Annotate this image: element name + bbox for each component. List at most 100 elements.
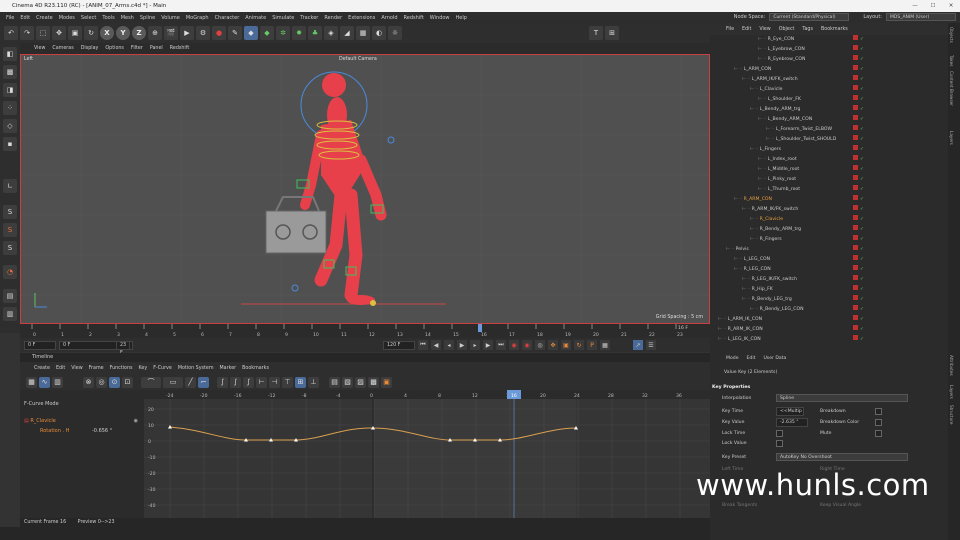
object-tags[interactable]: ✓ <box>853 295 864 305</box>
visibility-icon[interactable] <box>853 285 858 290</box>
render-icon[interactable]: ▶ <box>180 26 194 40</box>
vp-menu-display[interactable]: Display <box>81 46 99 51</box>
interpolation-select[interactable]: Spline <box>776 394 908 402</box>
visibility-icon[interactable] <box>853 105 858 110</box>
pla-key-icon[interactable]: ▦ <box>600 340 610 350</box>
object-row[interactable]: ⊢ ◦ R_Clavicle <box>750 215 860 225</box>
check-icon[interactable]: ✓ <box>860 307 864 312</box>
check-icon[interactable]: ✓ <box>860 37 864 42</box>
object-tags[interactable]: ✓ <box>853 285 864 295</box>
time-ruler[interactable]: 0 1 2 3 4 5 6 7 8 9 10 11 12 13 14 15 16 17 18 19 20 21 22 23 1… <box>20 324 710 338</box>
object-row[interactable]: ⊢ ◦ L_Middle_root <box>758 165 860 175</box>
menu-tracker[interactable]: Tracker <box>300 15 318 21</box>
tab-layers-top[interactable]: Layers <box>949 131 954 145</box>
object-row[interactable]: ⊢ ◦ L_Fingers <box>750 145 860 155</box>
object-row[interactable]: ⊢ ◦ R_ARM_CON <box>734 195 860 205</box>
visibility-icon[interactable] <box>853 75 858 80</box>
step-icon[interactable]: ⌐ <box>198 376 209 388</box>
object-row[interactable]: ⊢ ◦ L_Index_root <box>758 155 860 165</box>
visibility-icon[interactable] <box>853 145 858 150</box>
object-tags[interactable]: ✓ <box>853 85 864 95</box>
visibility-icon[interactable] <box>853 235 858 240</box>
scale-key-icon[interactable]: ▣ <box>561 340 571 350</box>
visibility-icon[interactable] <box>853 265 858 270</box>
visibility-icon[interactable] <box>853 305 858 310</box>
tl-menu-key[interactable]: Key <box>139 366 148 371</box>
object-tags[interactable]: ✓ <box>853 305 864 315</box>
menu-character[interactable]: Character <box>215 15 240 21</box>
object-row[interactable]: ⊢ ◦ Pelvis <box>726 245 860 255</box>
workplane-icon[interactable]: ▤ <box>3 289 17 303</box>
tl-menu-create[interactable]: Create <box>34 366 50 371</box>
breakdown-color-checkbox[interactable] <box>875 419 882 426</box>
object-tags[interactable]: ✓ <box>853 135 864 145</box>
object-tags[interactable]: ✓ <box>853 315 864 325</box>
check-icon[interactable]: ✓ <box>860 207 864 212</box>
menu-file[interactable]: File <box>6 15 14 21</box>
menu-modes[interactable]: Modes <box>59 15 75 21</box>
tab-layers[interactable]: Layers <box>949 385 954 399</box>
visibility-icon[interactable] <box>853 85 858 90</box>
vp-menu-view[interactable]: View <box>34 46 45 51</box>
snap-keys-icon[interactable]: ⊙ <box>109 376 120 388</box>
check-icon[interactable]: ✓ <box>860 327 864 332</box>
track-param-row[interactable]: Rotation . H -0.656 ° <box>40 428 142 437</box>
lock-tangent-icon[interactable]: ⊤ <box>282 376 293 388</box>
tab-content-browser[interactable]: Content Browser <box>949 71 954 106</box>
filter-icon[interactable]: ▧ <box>342 376 353 388</box>
object-row[interactable]: ⊢ ◦ R_ARM_IK_CON <box>718 325 860 335</box>
object-row[interactable]: ⊢ ◦ L_Eyebrow_CON <box>758 45 860 55</box>
undo-icon[interactable]: ↶ <box>4 26 18 40</box>
break-tangent-icon[interactable]: ⊣ <box>269 376 280 388</box>
key-value-field[interactable]: -2.635 ° <box>776 418 808 427</box>
menu-spline[interactable]: Spline <box>140 15 155 21</box>
check-icon[interactable]: ✓ <box>860 107 864 112</box>
check-icon[interactable]: ✓ <box>860 277 864 282</box>
bulb-icon[interactable]: ☼ <box>388 26 402 40</box>
check-icon[interactable]: ✓ <box>860 257 864 262</box>
menu-help[interactable]: Help <box>456 15 467 21</box>
ease-ease-icon[interactable]: ∫ <box>243 376 254 388</box>
object-row[interactable]: ⊢ ◦ L_ARM_IK_CON <box>718 315 860 325</box>
visibility-icon[interactable] <box>853 205 858 210</box>
object-tags[interactable]: ✓ <box>853 185 864 195</box>
object-row[interactable]: ⊢ ◦ L_ARM_IK/FK_switch <box>742 75 860 85</box>
object-row[interactable]: ⊢ ◦ L_LEG_IK_CON <box>718 335 860 345</box>
snap-icon[interactable]: ⊞ <box>605 26 619 40</box>
frame-all-icon[interactable]: ⊞ <box>295 376 306 388</box>
tl-menu-view[interactable]: View <box>71 366 82 371</box>
interpolation-icon[interactable]: ↗ <box>633 340 643 350</box>
attr-menu-mode[interactable]: Mode <box>726 356 739 361</box>
cloner-icon[interactable]: ✲ <box>276 26 290 40</box>
object-tags[interactable]: ✓ <box>853 255 864 265</box>
play-icon[interactable]: ▶ <box>457 340 467 350</box>
menu-window[interactable]: Window <box>430 15 450 21</box>
object-row[interactable]: ⊢ ◦ R_Eye_CON <box>758 35 860 45</box>
om-menu-file[interactable]: File <box>726 27 734 32</box>
om-menu-object[interactable]: Object <box>779 27 795 32</box>
object-tags[interactable]: ✓ <box>853 105 864 115</box>
check-icon[interactable]: ✓ <box>860 97 864 102</box>
preview-end-field[interactable]: 23 F <box>116 340 130 356</box>
check-icon[interactable]: ✓ <box>860 337 864 342</box>
om-menu-bookmarks[interactable]: Bookmarks <box>821 27 848 32</box>
menu-create[interactable]: Create <box>36 15 53 21</box>
keyframe-selection-icon[interactable]: ◎ <box>535 340 545 350</box>
object-row[interactable]: ⊢ ◦ R_ARM_IK/FK_switch <box>742 205 860 215</box>
object-tags[interactable]: ✓ <box>853 165 864 175</box>
attr-menu-userdata[interactable]: User Data <box>763 356 786 361</box>
key-color-icon[interactable]: ▨ <box>355 376 366 388</box>
check-icon[interactable]: ✓ <box>860 237 864 242</box>
solo-off-icon[interactable]: S <box>3 241 17 255</box>
auto-mode-icon[interactable]: ◎ <box>96 376 107 388</box>
visibility-icon[interactable] <box>853 185 858 190</box>
visibility-icon[interactable] <box>853 275 858 280</box>
edges-mode-icon[interactable]: ◇ <box>3 119 17 133</box>
object-tags[interactable]: ✓ <box>853 95 864 105</box>
object-tags[interactable]: ✓ <box>853 245 864 255</box>
visibility-icon[interactable] <box>853 255 858 260</box>
visibility-icon[interactable] <box>853 245 858 250</box>
check-icon[interactable]: ✓ <box>860 87 864 92</box>
visibility-icon[interactable] <box>853 135 858 140</box>
check-icon[interactable]: ✓ <box>860 77 864 82</box>
